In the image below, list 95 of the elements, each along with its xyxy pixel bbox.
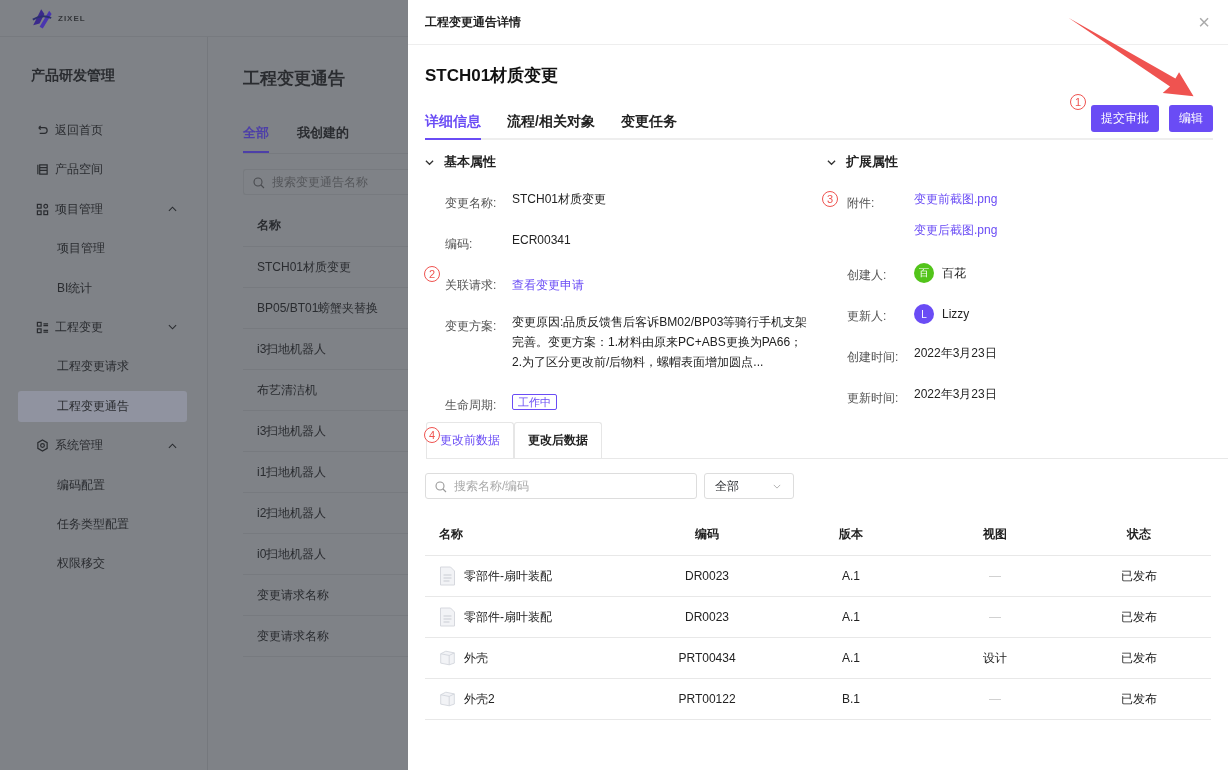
document-icon: [439, 607, 456, 627]
close-button[interactable]: ×: [1194, 10, 1214, 34]
column-header: 名称: [438, 526, 464, 543]
search-icon: [435, 481, 447, 493]
field-label: 生命周期:: [445, 397, 498, 414]
field-value: 2022年3月23日: [914, 386, 998, 403]
sidebar-item[interactable]: 工程变更通告: [18, 390, 187, 422]
search-icon: [253, 177, 265, 189]
sidebar-item[interactable]: BI统计: [18, 272, 187, 304]
logo-text: ZIXEL: [58, 13, 86, 23]
sidebar-item[interactable]: 任务类型配置: [18, 508, 187, 540]
field-label: 编码:: [445, 236, 474, 253]
user-name: Lizzy: [942, 306, 970, 323]
tab[interactable]: 我创建的: [297, 124, 349, 153]
list-icon: [36, 320, 49, 334]
column-header: 版本: [838, 526, 864, 543]
field-label: 变更名称:: [445, 195, 498, 212]
table-cell-text: 已发布: [1120, 690, 1158, 708]
user-name: 百花: [942, 265, 966, 282]
tab[interactable]: 更改后数据: [514, 422, 602, 458]
table-cell-text: A.1: [841, 651, 861, 665]
filter-dropdown[interactable]: 全部: [704, 473, 794, 499]
table-cell-text: 已发布: [1120, 608, 1158, 626]
table-cell: 外壳2: [464, 690, 495, 708]
page-title: 工程变更通告: [243, 68, 346, 90]
sidebar-item[interactable]: 编码配置: [18, 469, 187, 501]
tab[interactable]: 全部: [243, 124, 269, 153]
attachment-link[interactable]: 变更后截图.png: [914, 220, 1218, 240]
table-cell-text: 已发布: [1120, 567, 1158, 585]
sidebar-item[interactable]: 产品空间: [18, 154, 187, 186]
cube-icon: [439, 648, 456, 668]
sidebar-item[interactable]: 权限移交: [18, 548, 187, 580]
section-title: 基本属性: [444, 153, 496, 171]
column-header: 状态: [1125, 526, 1152, 543]
avatar: L: [914, 304, 934, 324]
step-number: 1: [1070, 94, 1086, 110]
chevron-down-icon[interactable]: [827, 157, 836, 167]
field-label: 创建人:: [847, 267, 888, 284]
field-label: 变更方案:: [445, 318, 498, 335]
table-cell-text: —: [988, 569, 1002, 583]
table-cell: 零部件-扇叶装配: [464, 567, 552, 585]
step-number: 2: [424, 266, 440, 282]
space-icon: [36, 163, 49, 177]
step-number: 3: [822, 191, 838, 207]
table-cell-text: 设计: [982, 649, 1008, 667]
sidebar-item[interactable]: 工程变更: [18, 311, 187, 343]
table-cell-text: PRT00122: [677, 692, 737, 706]
sidebar-item[interactable]: 返回首页: [18, 115, 187, 146]
field-label: 关联请求:: [445, 277, 498, 294]
request-link[interactable]: 查看变更申请: [512, 278, 584, 292]
document-icon: [439, 566, 456, 586]
tab[interactable]: 详细信息: [425, 105, 481, 140]
settings-icon: [36, 439, 49, 453]
table-cell-text: —: [988, 692, 1002, 706]
sidebar-title: 产品研发管理: [30, 67, 116, 85]
submit-button[interactable]: 提交审批: [1091, 105, 1159, 132]
sidebar-item[interactable]: 工程变更请求: [18, 351, 187, 383]
section-title: 扩展属性: [846, 153, 898, 171]
table-cell-text: —: [988, 610, 1002, 624]
chevron-down-icon[interactable]: [425, 157, 434, 167]
tab[interactable]: 流程/相关对象: [507, 105, 595, 140]
sidebar-item[interactable]: 系统管理: [18, 430, 187, 462]
column-header: 编码: [694, 526, 720, 543]
back-icon: [36, 124, 49, 137]
table-cell-text: 已发布: [1120, 649, 1158, 667]
field-value: 2022年3月23日: [914, 345, 998, 362]
cube-icon: [439, 689, 456, 709]
field-value: 变更原因:品质反馈售后客诉BM02/BP03等骑行手机支架完善。变更方案：1.材料由原来PC+ABS更换为PA66；2.为了区分更改前/后物料，螺帽表面增加圆点...: [512, 314, 809, 371]
field-value: STCH01材质变更: [512, 191, 607, 208]
field-label: 创建时间:: [847, 349, 900, 366]
grid-icon: [36, 202, 49, 216]
table-cell-text: DR0023: [684, 610, 730, 624]
field-label: 附件:: [847, 195, 876, 212]
field-label: 更新时间:: [847, 390, 900, 407]
attachment-link[interactable]: 变更前截图.png: [914, 189, 1218, 209]
step-number: 4: [424, 427, 440, 443]
avatar: 百: [914, 263, 934, 283]
edit-button[interactable]: 编辑: [1169, 105, 1213, 132]
sidebar-item[interactable]: 项目管理: [18, 193, 187, 225]
drawer-title: 工程变更通告详情: [425, 13, 521, 31]
status-tag: 工作中: [512, 394, 557, 410]
field-label: 更新人:: [847, 308, 888, 325]
table-cell-text: A.1: [841, 610, 861, 624]
sidebar-item[interactable]: 项目管理: [18, 233, 187, 265]
table-cell-text: DR0023: [684, 569, 730, 583]
chevron-down-icon: [773, 483, 781, 489]
table-cell-text: B.1: [841, 692, 861, 706]
record-title: STCH01材质变更: [425, 65, 560, 87]
tab[interactable]: 变更任务: [620, 105, 677, 140]
table-cell: 外壳: [464, 649, 488, 667]
table-cell-text: PRT00434: [677, 651, 737, 665]
column-header: 视图: [982, 526, 1008, 543]
field-value: ECR00341: [512, 232, 572, 249]
table-cell-text: A.1: [841, 569, 861, 583]
table-cell: 零部件-扇叶装配: [464, 608, 552, 626]
